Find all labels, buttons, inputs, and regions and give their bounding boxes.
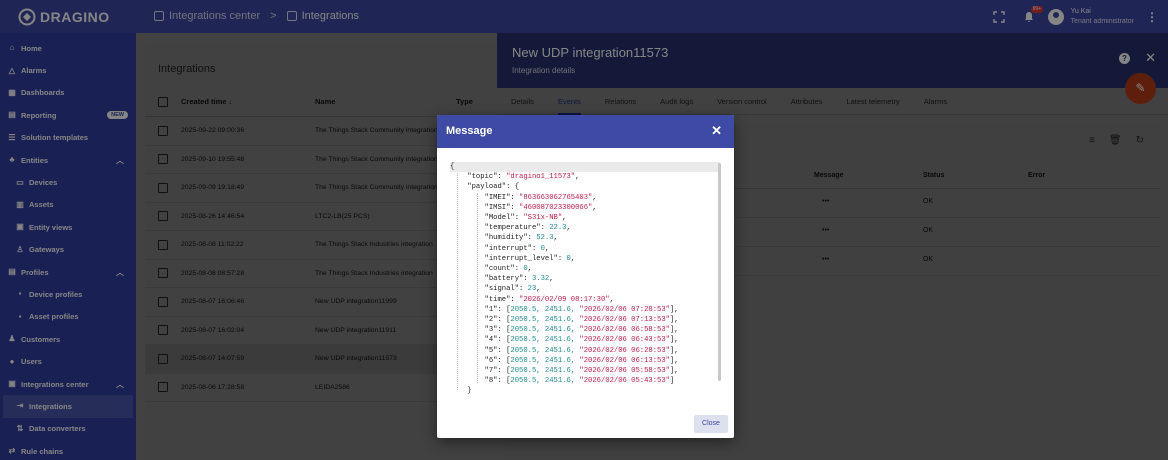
json-line: "count": 0,	[450, 265, 532, 274]
json-line: "battery": 3.32,	[450, 275, 554, 284]
message-dialog: Message ✕ { "topic": "dragino1_11573", "…	[437, 115, 734, 438]
json-line: "Model": "S31x-NB",	[450, 214, 567, 223]
json-line: "interrupt_level": 0,	[450, 254, 576, 263]
json-line: {	[450, 162, 720, 173]
json-line: "8": [2050.5, 2451.6, "2026/02/06 05:43:…	[450, 377, 675, 386]
json-line: "IMEI": "863663062765403",	[450, 193, 597, 202]
json-line: "IMSI": "460087023300066",	[450, 203, 597, 212]
json-line: "interrupt": 0,	[450, 244, 550, 253]
close-button[interactable]: Close	[694, 415, 728, 433]
scrollbar[interactable]	[718, 163, 721, 381]
close-icon[interactable]: ✕	[711, 123, 722, 139]
json-line: "temperature": 22.3,	[450, 224, 571, 233]
json-line: "signal": 23,	[450, 285, 541, 294]
json-line: "topic": "dragino1_11573",	[450, 173, 580, 182]
dialog-header: Message ✕	[437, 115, 734, 148]
json-line: "humidity": 52.3,	[450, 234, 558, 243]
json-message-viewer[interactable]: { "topic": "dragino1_11573", "payload": …	[450, 162, 720, 398]
json-line: "4": [2050.5, 2451.6, "2026/02/06 06:43:…	[450, 336, 679, 345]
json-line: }	[450, 387, 472, 396]
json-line: "6": [2050.5, 2451.6, "2026/02/06 06:13:…	[450, 356, 679, 365]
dialog-title: Message	[446, 125, 493, 137]
json-line: "time": "2026/02/09 08:17:30",	[450, 295, 614, 304]
json-line: "3": [2050.5, 2451.6, "2026/02/06 06:58:…	[450, 326, 679, 335]
json-line: "5": [2050.5, 2451.6, "2026/02/06 06:28:…	[450, 346, 679, 355]
json-line: "1": [2050.5, 2451.6, "2026/02/06 07:28:…	[450, 305, 679, 314]
json-line: "payload": {	[450, 183, 520, 192]
json-line: "7": [2050.5, 2451.6, "2026/02/06 05:58:…	[450, 367, 679, 376]
json-line: "2": [2050.5, 2451.6, "2026/02/06 07:13:…	[450, 316, 679, 325]
